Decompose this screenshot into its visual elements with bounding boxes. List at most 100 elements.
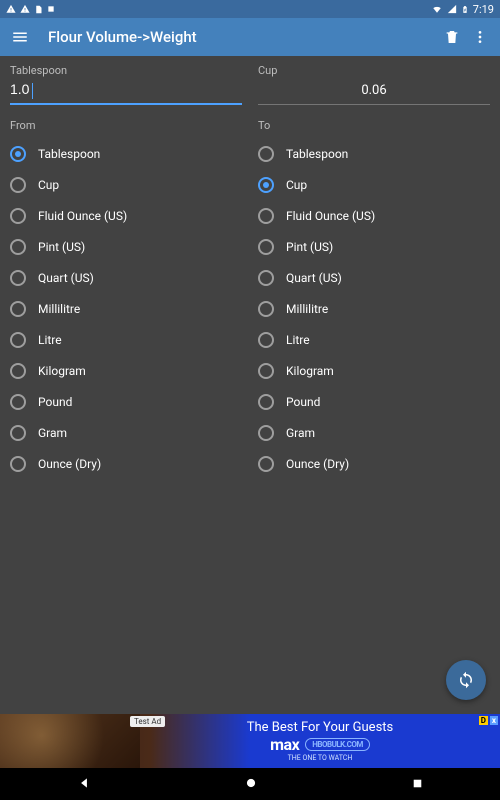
radio-outer [258,332,274,348]
to-radio-fluid-ounce-us-[interactable]: Fluid Ounce (US) [258,200,490,231]
battery-icon [461,4,469,15]
radio-outer [10,456,26,472]
radio-outer [10,177,26,193]
radio-label: Millilitre [38,302,80,316]
ad-banner[interactable]: Test Ad The Best For Your Guests max HBO… [0,714,500,768]
to-radio-millilitre[interactable]: Millilitre [258,293,490,324]
from-radio-ounce-dry-[interactable]: Ounce (Dry) [10,448,242,479]
radio-label: Ounce (Dry) [286,457,349,471]
from-radio-kilogram[interactable]: Kilogram [10,355,242,386]
wifi-icon [431,4,443,14]
radio-outer [10,146,26,162]
radio-outer [258,270,274,286]
radio-label: Litre [38,333,62,347]
ad-headline: The Best For Your Guests [247,720,394,735]
ad-subline: THE ONE TO WATCH [288,754,353,762]
main-content: Tablespoon From Tablespoon Cup Fluid Ounce… [0,56,500,714]
radio-outer [258,425,274,441]
more-button[interactable] [466,23,494,51]
to-radio-tablespoon[interactable]: Tablespoon [258,138,490,169]
more-vert-icon [472,29,488,45]
to-radio-list: Tablespoon Cup Fluid Ounce (US) Pint (US) Qu… [258,138,490,479]
radio-outer [258,146,274,162]
radio-label: Pound [38,395,72,409]
swap-fab[interactable] [446,660,486,700]
radio-label: Millilitre [286,302,328,316]
to-radio-litre[interactable]: Litre [258,324,490,355]
radio-outer [10,425,26,441]
signal-icon [447,4,457,14]
to-radio-quart-us-[interactable]: Quart (US) [258,262,490,293]
ad-close[interactable]: x [490,716,498,725]
radio-inner [263,182,269,188]
radio-outer [258,363,274,379]
menu-button[interactable] [6,23,34,51]
to-radio-pint-us-[interactable]: Pint (US) [258,231,490,262]
from-radio-millilitre[interactable]: Millilitre [10,293,242,324]
nav-recent[interactable] [411,775,424,794]
radio-outer [258,394,274,410]
radio-label: Cup [38,178,59,192]
status-bar: 7:19 [0,0,500,18]
to-radio-pound[interactable]: Pound [258,386,490,417]
radio-label: Ounce (Dry) [38,457,101,471]
radio-label: Pound [286,395,320,409]
radio-label: Quart (US) [38,271,94,285]
from-radio-pint-us-[interactable]: Pint (US) [10,231,242,262]
doc-icon [34,5,43,14]
to-radio-kilogram[interactable]: Kilogram [258,355,490,386]
ad-brand: max [270,735,299,754]
radio-outer [258,456,274,472]
radio-label: Tablespoon [38,147,100,161]
to-unit-label: Cup [258,64,490,77]
radio-outer [258,301,274,317]
triangle-back-icon [77,776,91,790]
radio-label: Gram [38,426,67,440]
to-radio-gram[interactable]: Gram [258,417,490,448]
from-radio-fluid-ounce-us-[interactable]: Fluid Ounce (US) [10,200,242,231]
from-value-input[interactable] [10,79,242,99]
from-section-label: From [10,119,242,132]
radio-label: Gram [286,426,315,440]
radio-label: Pint (US) [38,240,85,254]
from-radio-cup[interactable]: Cup [10,169,242,200]
nav-bar [0,768,500,800]
radio-label: Kilogram [286,364,334,378]
radio-outer [258,239,274,255]
from-radio-litre[interactable]: Litre [10,324,242,355]
radio-label: Tablespoon [286,147,348,161]
to-column: Cup 0.06 To Tablespoon Cup Fluid Ounce (US… [258,62,490,479]
from-value-input-wrapper[interactable] [10,79,242,105]
nav-back[interactable] [77,775,91,794]
warning-icon [20,4,30,14]
nav-home[interactable] [244,775,258,794]
from-radio-quart-us-[interactable]: Quart (US) [10,262,242,293]
to-radio-ounce-dry-[interactable]: Ounce (Dry) [258,448,490,479]
radio-label: Quart (US) [286,271,342,285]
radio-outer [258,208,274,224]
app-bar: Flour Volume->Weight [0,18,500,56]
square-recent-icon [411,777,424,790]
to-section-label: To [258,119,490,132]
radio-label: Fluid Ounce (US) [286,209,375,223]
ad-cta: HBOBULK.COM [305,738,370,751]
swap-icon [457,671,475,689]
radio-outer [10,270,26,286]
from-radio-pound[interactable]: Pound [10,386,242,417]
from-radio-list: Tablespoon Cup Fluid Ounce (US) Pint (US) Qu… [10,138,242,479]
delete-button[interactable] [438,23,466,51]
trash-icon [444,29,460,45]
radio-outer [10,239,26,255]
radio-label: Fluid Ounce (US) [38,209,127,223]
radio-outer [10,208,26,224]
page-title: Flour Volume->Weight [48,28,438,46]
radio-outer [10,332,26,348]
ad-test-label: Test Ad [130,716,165,727]
to-value-display[interactable]: 0.06 [258,79,490,105]
radio-outer [10,394,26,410]
from-radio-gram[interactable]: Gram [10,417,242,448]
warning-icon [6,4,16,14]
from-unit-label: Tablespoon [10,64,242,77]
to-radio-cup[interactable]: Cup [258,169,490,200]
from-radio-tablespoon[interactable]: Tablespoon [10,138,242,169]
